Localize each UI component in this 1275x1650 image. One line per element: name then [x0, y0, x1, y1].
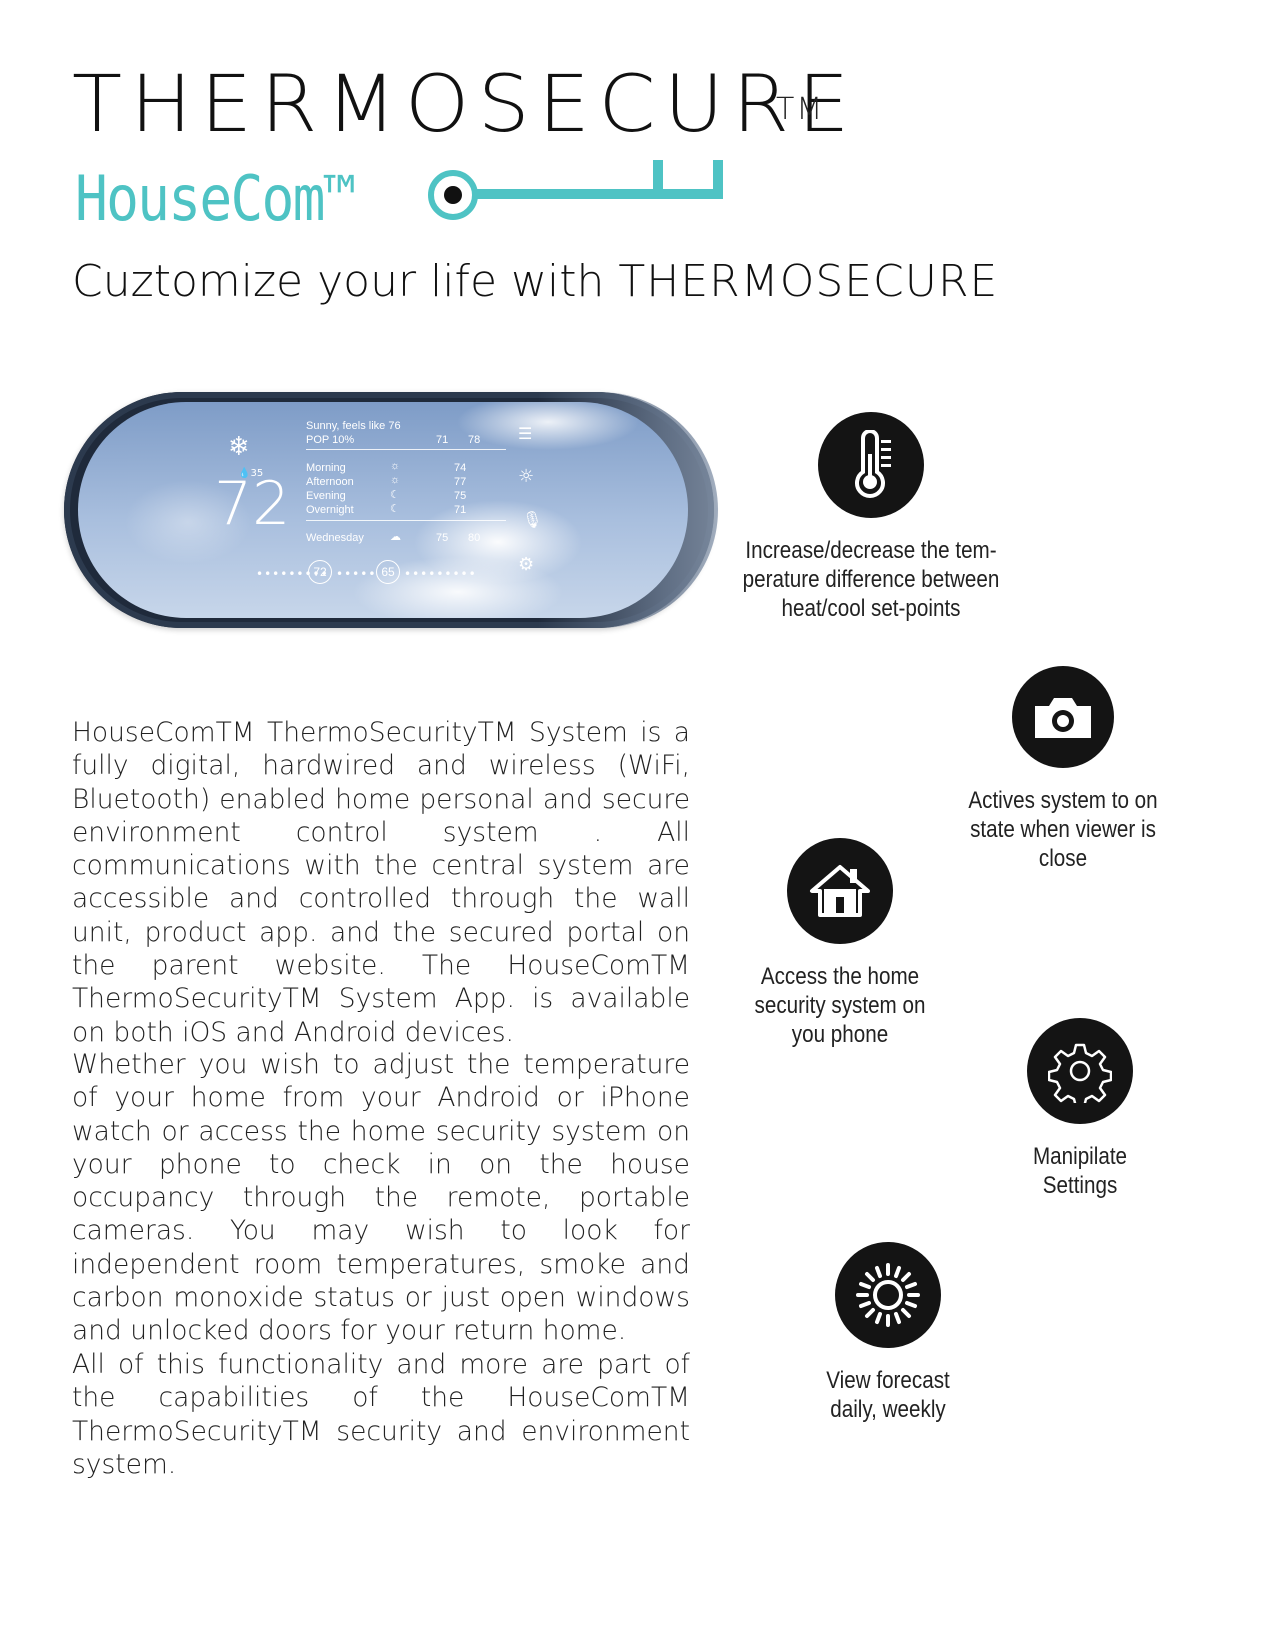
feature-icon-circle [818, 412, 924, 518]
today-low: 71 [436, 434, 449, 446]
brand-wordmark: THERMOSECURE [72, 60, 858, 150]
key-logo-icon [428, 160, 723, 220]
product-name: HouseCom™ [75, 162, 357, 235]
label-line: heat/cool set-points [781, 595, 961, 622]
trademark-mark: TM [776, 92, 825, 127]
setpoint-track: ••••••••• [404, 567, 477, 581]
label-line: Access the home [760, 963, 920, 990]
microphone-icon[interactable]: 🎙 [522, 510, 542, 529]
feature-icon-circle [1027, 1018, 1133, 1124]
label-line: Increase/decrease the tem- [745, 537, 997, 564]
menu-icon[interactable]: ☰ [518, 424, 532, 443]
thermometer-icon [855, 430, 891, 498]
period-temp: 71 [454, 504, 467, 516]
sun-icon: ☼ [390, 460, 401, 472]
period-name: Afternoon [306, 476, 354, 488]
feature-label: Increase/decrease the tem- perature diff… [738, 536, 1005, 623]
brightness-icon[interactable]: ☼ [518, 466, 534, 487]
label-line: daily, weekly [830, 1396, 946, 1423]
paragraph-text: Whether you wish to adjust the temperatu… [72, 1049, 690, 1347]
cloud-icon: ☁ [390, 531, 401, 543]
moon-icon: ☾ [390, 489, 400, 501]
label-line: security system on [754, 992, 926, 1019]
setpoint-track: ••••• [336, 567, 377, 581]
period-temp: 75 [454, 490, 467, 502]
tagline-brand: THERMOSECURE [618, 256, 999, 307]
label-line: close [1038, 845, 1088, 872]
pop-text: POP 10% [306, 434, 355, 446]
feature-camera: Actives system to on state when viewer i… [948, 666, 1178, 873]
feature-icon-circle [835, 1242, 941, 1348]
camera-icon [1035, 698, 1091, 738]
divider [306, 520, 506, 521]
feature-label: Manipilate Settings [1011, 1142, 1149, 1200]
body-paragraph-3: All of this functionality and more are p… [72, 1348, 690, 1481]
label-line: you phone [791, 1021, 889, 1048]
sun-icon: ☼ [390, 474, 401, 486]
period-name: Overnight [306, 504, 354, 516]
period-temp: 77 [454, 476, 467, 488]
period-temp: 74 [454, 462, 467, 474]
settings-icon[interactable]: ⚙ [518, 554, 534, 575]
cool-setpoint-dial[interactable]: 65 [376, 560, 400, 584]
tagline: Cuztomize your life with THERMOSECURE [72, 256, 998, 307]
divider [306, 449, 506, 450]
label-line: View forecast [826, 1367, 950, 1394]
body-paragraph-2: Whether you wish to adjust the temperatu… [72, 1048, 690, 1348]
body-paragraph-1: HouseComTM ThermoSecurityTM System is a … [72, 716, 690, 1049]
feature-icon-circle [787, 838, 893, 944]
paragraph-text: HouseComTM ThermoSecurityTM System is a … [72, 717, 690, 1048]
next-day-name: Wednesday [306, 532, 364, 544]
label-line: perature difference between [742, 566, 1000, 593]
next-day-high: 80 [468, 532, 481, 544]
thermostat-device: ❄ 💧35 72 Sunny, feels like 76 POP 10% 71… [64, 392, 718, 628]
sun-icon [856, 1263, 920, 1327]
feature-label: View forecast daily, weekly [811, 1366, 966, 1424]
current-temperature: 72 [214, 469, 291, 539]
today-high: 78 [468, 434, 481, 446]
home-icon [810, 865, 870, 917]
label-line: state when viewer is [970, 816, 1156, 843]
tagline-text: Cuztomize your life with [72, 256, 605, 307]
feature-icon-circle [1012, 666, 1114, 768]
snowflake-icon: ❄ [228, 432, 250, 462]
feature-forecast: View forecast daily, weekly [798, 1242, 978, 1424]
condition-text: Sunny, feels like 76 [306, 420, 401, 432]
feature-thermometer: Increase/decrease the tem- perature diff… [716, 412, 1026, 623]
paragraph-text: All of this functionality and more are p… [72, 1349, 690, 1480]
label-line: Settings [1042, 1172, 1118, 1199]
next-day-low: 75 [436, 532, 449, 544]
thermostat-screen[interactable]: ❄ 💧35 72 Sunny, feels like 76 POP 10% 71… [78, 402, 688, 618]
period-name: Evening [306, 490, 346, 502]
feature-settings: Manipilate Settings [1000, 1018, 1160, 1200]
feature-label: Access the home security system on you p… [754, 962, 926, 1049]
gear-icon [1048, 1043, 1112, 1103]
heat-setpoint-dial[interactable]: 72 [308, 560, 332, 584]
label-line: Manipilate [1032, 1143, 1128, 1170]
label-line: Actives system to on [968, 787, 1158, 814]
moon-icon: ☾ [390, 503, 400, 515]
feature-label: Actives system to on state when viewer i… [964, 786, 1162, 873]
period-name: Morning [306, 462, 346, 474]
feature-home: Access the home security system on you p… [740, 838, 940, 1049]
